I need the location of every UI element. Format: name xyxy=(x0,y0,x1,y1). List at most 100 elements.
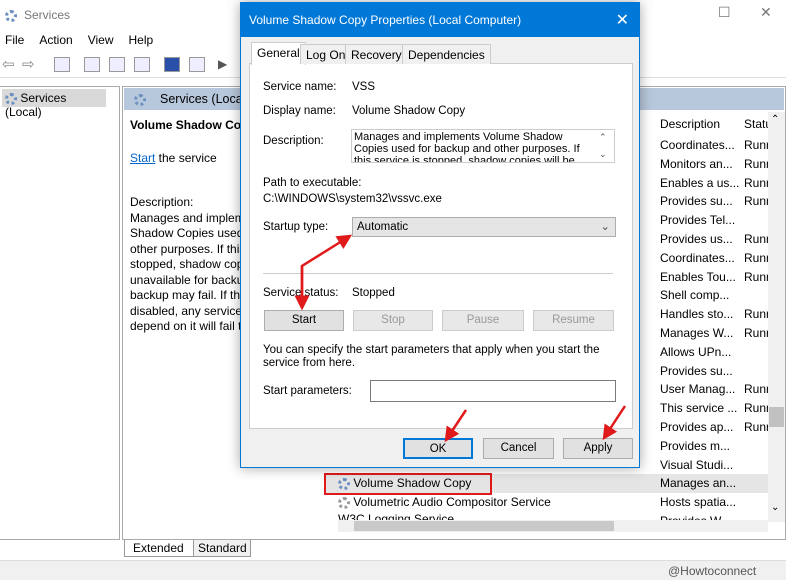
tab-log-on[interactable]: Log On xyxy=(300,44,352,64)
properties-icon[interactable] xyxy=(84,57,100,72)
cancel-button[interactable]: Cancel xyxy=(483,438,554,459)
row-status: Runr xyxy=(744,307,771,322)
scroll-down-icon[interactable]: ⌄ xyxy=(599,149,607,160)
export-list-icon[interactable] xyxy=(134,57,150,72)
row-description[interactable]: Provides su... xyxy=(660,364,733,378)
display-name-label: Display name: xyxy=(263,105,336,117)
vertical-scrollbar[interactable]: ⌃ ⌄ xyxy=(768,112,785,522)
dialog-title: Volume Shadow Copy Properties (Local Com… xyxy=(241,3,639,37)
row-description[interactable]: Provides us... xyxy=(660,232,733,246)
row-status: Runr xyxy=(744,269,771,284)
table-row-volumetric-audio[interactable]: Volumetric Audio Compositor Service xyxy=(338,495,551,509)
tab-dependencies[interactable]: Dependencies xyxy=(402,44,491,64)
close-icon[interactable]: ✕ xyxy=(760,4,772,21)
description-line: backup may fail. If th xyxy=(130,288,240,302)
row-description[interactable]: Visual Studi... xyxy=(660,458,733,472)
gear-icon xyxy=(134,92,146,106)
row-description[interactable]: Provides m... xyxy=(660,439,730,453)
row-description[interactable]: Monitors an... xyxy=(660,157,733,171)
tree-item-services-local[interactable]: Services (Local) xyxy=(2,89,106,119)
dialog-close-icon[interactable]: ✕ xyxy=(616,10,629,30)
row-description[interactable]: Allows UPn... xyxy=(660,345,731,359)
start-params-input[interactable] xyxy=(370,380,616,402)
pause-button[interactable]: Pause xyxy=(442,310,524,331)
path-label: Path to executable: xyxy=(263,177,362,189)
ok-button[interactable]: OK xyxy=(403,438,473,459)
service-name-label: Service name: xyxy=(263,81,337,93)
startup-type-select[interactable]: Automatic ⌄ xyxy=(352,217,616,237)
help-icon[interactable] xyxy=(164,57,180,72)
startup-type-label: Startup type: xyxy=(263,221,329,233)
menu-file[interactable]: File xyxy=(5,33,24,47)
gear-icon xyxy=(5,92,17,105)
column-description[interactable]: Description xyxy=(660,117,720,131)
row-description[interactable]: Hosts spatia... xyxy=(660,495,736,509)
start-params-label: Start parameters: xyxy=(263,385,352,397)
description-line: Shadow Copies used xyxy=(130,226,240,240)
scroll-thumb[interactable] xyxy=(769,407,784,427)
description-box[interactable]: Manages and implements Volume Shadow Cop… xyxy=(351,129,615,163)
row-description[interactable]: Enables Tou... xyxy=(660,270,736,284)
stop-button[interactable]: Stop xyxy=(353,310,433,331)
row-description[interactable]: Coordinates... xyxy=(660,138,735,152)
scroll-up-icon[interactable]: ⌃ xyxy=(599,132,607,143)
maximize-icon[interactable]: ☐ xyxy=(718,4,731,21)
row-status: Runr xyxy=(744,382,771,397)
service-status-value: Stopped xyxy=(352,287,395,299)
description-line: other purposes. If this xyxy=(130,241,240,256)
start-button[interactable]: Start xyxy=(264,310,344,331)
row-description[interactable]: Manages an... xyxy=(660,476,736,490)
service-description: Description: Manages and implem Shadow Co… xyxy=(130,195,240,333)
resume-button[interactable]: Resume xyxy=(533,310,614,331)
row-description[interactable]: Handles sto... xyxy=(660,307,733,321)
start-link[interactable]: Start xyxy=(130,151,155,165)
tab-recovery[interactable]: Recovery xyxy=(345,44,408,64)
chevron-down-icon: ⌄ xyxy=(600,221,610,233)
show-hide-console-tree-icon[interactable] xyxy=(54,57,70,72)
menu-help[interactable]: Help xyxy=(129,33,154,47)
watermark: @Howtoconnect xyxy=(668,564,757,578)
row-description[interactable]: Provides ap... xyxy=(660,420,733,434)
row-status: Runr xyxy=(744,175,771,190)
apply-button[interactable]: Apply xyxy=(563,438,633,459)
description-label: Description: xyxy=(263,135,324,147)
row-status: Runr xyxy=(744,401,771,416)
menu-action[interactable]: Action xyxy=(39,33,72,47)
table-row-w3c[interactable]: W3C Logging Service xyxy=(338,512,454,520)
row-description[interactable]: Shell comp... xyxy=(660,288,729,302)
table-row-volume-shadow-copy[interactable]: Volume Shadow Copy xyxy=(338,476,471,490)
path-value: C:\WINDOWS\system32\vssvc.exe xyxy=(263,193,442,205)
tab-standard[interactable]: Standard xyxy=(193,540,251,557)
row-status: Runr xyxy=(744,232,771,246)
properties-dialog: Volume Shadow Copy Properties (Local Com… xyxy=(240,2,640,468)
row-description[interactable]: Coordinates... xyxy=(660,251,735,265)
row-description[interactable]: Provides Tel... xyxy=(660,213,735,227)
action-pane-icon[interactable] xyxy=(189,57,205,72)
back-icon[interactable]: ⇦ xyxy=(2,55,15,73)
menu-bar: File Action View Help xyxy=(0,33,163,49)
display-name-value: Volume Shadow Copy xyxy=(352,105,466,117)
description-line: disabled, any services xyxy=(130,303,240,318)
service-name-value: VSS xyxy=(352,81,376,93)
row-description[interactable]: User Manag... xyxy=(660,382,735,396)
row-status: Runr xyxy=(744,420,771,434)
forward-icon[interactable]: ⇨ xyxy=(22,55,35,73)
row-description[interactable]: This service ... xyxy=(660,401,737,415)
row-status: Runr xyxy=(744,138,771,152)
row-description[interactable]: Provides su... xyxy=(660,194,733,208)
start-params-hint: You can specify the start parameters tha… xyxy=(263,344,600,369)
refresh-icon[interactable] xyxy=(109,57,125,72)
app-title: Services xyxy=(24,8,71,22)
menu-view[interactable]: View xyxy=(88,33,114,47)
divider xyxy=(263,273,613,274)
row-status: Runr xyxy=(744,194,771,209)
start-service-text: Start the service xyxy=(130,151,217,165)
row-description[interactable]: Manages W... xyxy=(660,326,733,340)
play-icon[interactable]: ▶ xyxy=(218,57,227,71)
row-status: Runr xyxy=(744,156,771,171)
row-description[interactable]: Enables a us... xyxy=(660,176,739,190)
tab-extended[interactable]: Extended xyxy=(124,540,194,557)
tab-general[interactable]: General xyxy=(251,42,306,65)
horizontal-scrollbar[interactable] xyxy=(338,520,768,532)
services-gear-icon xyxy=(5,8,17,22)
